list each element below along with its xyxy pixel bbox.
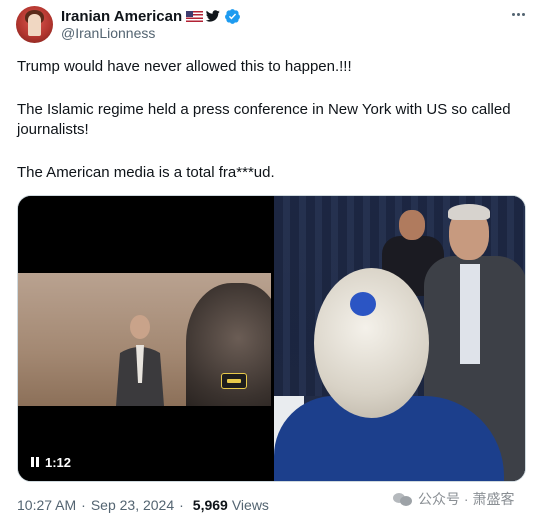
tweet-date[interactable]: Sep 23, 2024 xyxy=(91,497,174,513)
twitter-bird-icon xyxy=(206,10,220,22)
tweet-meta: 10:27 AM · Sep 23, 2024 · 5,969 Views xyxy=(17,497,269,513)
photo-person-back-head xyxy=(399,210,425,240)
video-duration: 1:12 xyxy=(45,454,72,470)
photo-man-shirt xyxy=(460,264,480,364)
photo-man-hair xyxy=(448,204,490,220)
video-duration-badge[interactable]: 1:12 xyxy=(30,452,71,472)
avatar-figure xyxy=(28,14,41,36)
views-count: 5,969 xyxy=(192,497,228,513)
author-name-row: Iranian American xyxy=(61,7,241,25)
verified-badge-icon xyxy=(225,8,241,24)
views-label: Views xyxy=(231,497,269,513)
meta-separator: · xyxy=(179,497,184,513)
tweet-time[interactable]: 10:27 AM xyxy=(17,497,76,513)
more-dot xyxy=(516,12,520,16)
watermark-text: 公众号 · 萧盛客 xyxy=(418,491,515,507)
wechat-icon xyxy=(393,491,413,507)
author-handle[interactable]: @IranLionness xyxy=(61,25,155,41)
channel-logo-icon xyxy=(221,373,247,389)
video-frame xyxy=(18,273,271,406)
pause-icon[interactable] xyxy=(30,457,40,467)
meta-separator: · xyxy=(81,497,86,513)
more-dot xyxy=(511,12,515,16)
avatar[interactable] xyxy=(16,6,53,43)
tweet-text-line-1: Trump would have never allowed this to h… xyxy=(17,58,352,75)
video-speaker-figure xyxy=(116,315,164,406)
tweet-text-line-3: The American media is a total fra***ud. xyxy=(17,164,275,181)
watermark: 公众号 · 萧盛客 xyxy=(393,488,514,510)
display-name[interactable]: Iranian American xyxy=(61,8,182,25)
video-player[interactable]: 1:12 xyxy=(18,196,271,481)
more-horizontal-icon[interactable] xyxy=(508,6,528,22)
more-dot xyxy=(521,12,525,16)
tweet-text-line-2: The Islamic regime held a press conferen… xyxy=(17,101,511,138)
media-grid: 1:12 xyxy=(17,195,526,482)
photo-attachment[interactable] xyxy=(274,196,525,481)
tweet-card: Iranian American @IranLionness Trump wou… xyxy=(0,0,542,521)
photo-hair-clip xyxy=(350,292,376,316)
us-flag-icon xyxy=(186,10,204,22)
photo-woman-hair xyxy=(314,268,429,418)
